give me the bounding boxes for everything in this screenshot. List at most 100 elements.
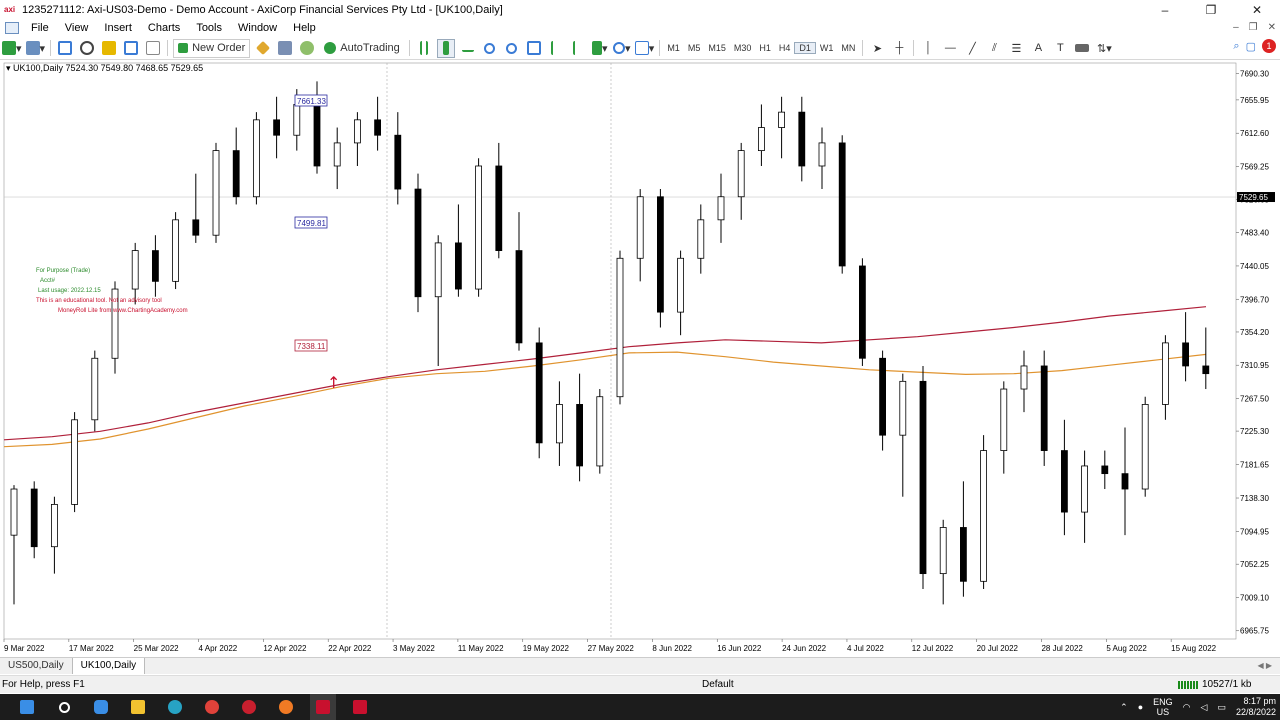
timeframe-m15[interactable]: M15 bbox=[704, 43, 730, 53]
x-tick-label: 4 Apr 2022 bbox=[199, 644, 238, 653]
timeframe-m5[interactable]: M5 bbox=[684, 43, 705, 53]
price-chart[interactable]: 7690.307655.957612.607569.257526.657483.… bbox=[0, 61, 1280, 657]
clock[interactable]: 8:17 pm 22/8/2022 bbox=[1236, 696, 1276, 718]
y-tick-label: 7052.25 bbox=[1240, 560, 1269, 569]
vertical-line-icon: │ bbox=[924, 42, 932, 54]
vertical-line-button[interactable]: │ bbox=[919, 39, 937, 58]
timeframe-w1[interactable]: W1 bbox=[816, 43, 838, 53]
menu-window[interactable]: Window bbox=[230, 19, 285, 37]
signals-button[interactable] bbox=[276, 39, 294, 58]
menu-help[interactable]: Help bbox=[285, 19, 324, 37]
market-watch-button[interactable] bbox=[56, 39, 74, 58]
edge-button[interactable] bbox=[162, 694, 188, 720]
menu-insert[interactable]: Insert bbox=[96, 19, 140, 37]
menu-charts[interactable]: Charts bbox=[140, 19, 188, 37]
auto-scroll-button[interactable] bbox=[547, 39, 565, 58]
bar-chart-button[interactable] bbox=[415, 39, 433, 58]
mdi-restore-icon[interactable]: ❐ bbox=[1249, 19, 1258, 37]
new-order-button[interactable]: New Order bbox=[173, 38, 251, 58]
autotrading-button[interactable]: AutoTrading bbox=[320, 39, 404, 58]
mdi-minimize-icon[interactable]: – bbox=[1233, 19, 1239, 37]
menu-tools[interactable]: Tools bbox=[188, 19, 230, 37]
crosshair-tool-icon: ┼ bbox=[895, 42, 904, 54]
mt4-second-button[interactable] bbox=[347, 694, 373, 720]
chrome-button[interactable] bbox=[199, 694, 225, 720]
close-button[interactable]: ✕ bbox=[1234, 0, 1280, 19]
tray-chevron-icon[interactable]: ⌃ bbox=[1120, 702, 1128, 713]
search-taskbar-button[interactable] bbox=[51, 694, 77, 720]
timeframe-m1[interactable]: M1 bbox=[663, 43, 684, 53]
app-red-button[interactable] bbox=[236, 694, 262, 720]
candlestick bbox=[535, 327, 543, 459]
candlestick bbox=[960, 481, 967, 597]
maximize-button[interactable]: ❐ bbox=[1188, 0, 1234, 19]
chart-window[interactable]: 7690.307655.957612.607569.257526.657483.… bbox=[0, 61, 1280, 657]
mdi-close-icon[interactable]: ✕ bbox=[1268, 19, 1276, 37]
menu-view[interactable]: View bbox=[57, 19, 97, 37]
channel-button[interactable]: ⫽ bbox=[985, 39, 1003, 58]
timeframe-m30[interactable]: M30 bbox=[730, 43, 756, 53]
language-indicator[interactable]: ENG US bbox=[1153, 697, 1173, 717]
trendline-button[interactable]: ╱ bbox=[963, 39, 981, 58]
arrows-button[interactable]: ⇅▾ bbox=[1095, 39, 1113, 58]
candlestick bbox=[778, 96, 785, 159]
mid-price-label: 7499.81 bbox=[297, 219, 326, 228]
timeframe-h4[interactable]: H4 bbox=[775, 43, 795, 53]
text-button[interactable]: A bbox=[1029, 39, 1047, 58]
indicators-button[interactable]: ▾ bbox=[591, 39, 609, 58]
mt4-active-button[interactable] bbox=[310, 694, 336, 720]
overlay-line-5: MoneyRoll Lite from www.ChartingAcademy.… bbox=[58, 308, 188, 314]
terminal-button[interactable] bbox=[122, 39, 140, 58]
chart-window-icon[interactable] bbox=[5, 22, 19, 34]
x-tick-label: 5 Aug 2022 bbox=[1106, 644, 1147, 653]
tab-scroll-arrows[interactable]: ◀ ▶ bbox=[1257, 658, 1272, 674]
file-explorer-button[interactable] bbox=[125, 694, 151, 720]
text-label-button[interactable]: T bbox=[1051, 39, 1069, 58]
x-tick-label: 22 Apr 2022 bbox=[328, 644, 372, 653]
tile-windows-button[interactable] bbox=[525, 39, 543, 58]
timeframe-mn[interactable]: MN bbox=[837, 43, 859, 53]
fibonacci-button[interactable]: ☰ bbox=[1007, 39, 1025, 58]
cursor-button[interactable]: ➤ bbox=[868, 39, 886, 58]
templates-button[interactable]: ▾ bbox=[634, 39, 654, 58]
candlestick bbox=[1040, 350, 1048, 466]
candlestick bbox=[939, 519, 947, 605]
tester-button[interactable] bbox=[144, 39, 162, 58]
mic-icon[interactable]: ● bbox=[1138, 702, 1143, 712]
chart-shift-button[interactable] bbox=[569, 39, 587, 58]
crosshair-button[interactable]: ┼ bbox=[890, 39, 908, 58]
rectangle-button[interactable] bbox=[1073, 39, 1091, 58]
metaeditor-button[interactable] bbox=[254, 39, 272, 58]
navigator-button[interactable] bbox=[100, 39, 118, 58]
candlestick bbox=[879, 350, 886, 451]
zoom-in-button[interactable] bbox=[481, 39, 499, 58]
horizontal-line-button[interactable]: — bbox=[941, 39, 959, 58]
task-view-button[interactable] bbox=[88, 694, 114, 720]
tab-us500[interactable]: US500,Daily bbox=[0, 658, 73, 674]
periods-button[interactable]: ▾ bbox=[613, 39, 631, 58]
wifi-icon[interactable]: ◠ bbox=[1183, 702, 1191, 713]
battery-icon[interactable]: ▭ bbox=[1217, 702, 1226, 713]
chat-icon[interactable]: ▢ bbox=[1246, 40, 1256, 53]
profiles-button[interactable]: ▾ bbox=[25, 39, 45, 58]
candle-body-bull bbox=[1000, 388, 1008, 451]
candle-body-bull bbox=[333, 142, 341, 167]
new-chart-button[interactable]: ▾ bbox=[2, 39, 22, 58]
line-chart-button[interactable] bbox=[459, 39, 477, 58]
notification-icon[interactable]: 1 bbox=[1262, 39, 1276, 53]
search-icon[interactable]: ⌕ bbox=[1233, 40, 1239, 53]
data-window-button[interactable] bbox=[78, 39, 96, 58]
tab-uk100[interactable]: UK100,Daily bbox=[72, 658, 146, 674]
zoom-out-button[interactable] bbox=[503, 39, 521, 58]
market-button[interactable] bbox=[298, 39, 316, 58]
menu-file[interactable]: File bbox=[23, 19, 57, 37]
candle-body-bull bbox=[677, 257, 684, 313]
minimize-button[interactable]: – bbox=[1142, 0, 1188, 19]
start-button[interactable] bbox=[14, 694, 40, 720]
candlestick-button[interactable] bbox=[436, 38, 455, 58]
edge-icon bbox=[168, 700, 182, 714]
volume-icon[interactable]: ◁ bbox=[1201, 702, 1208, 713]
firefox-button[interactable] bbox=[273, 694, 299, 720]
timeframe-d1[interactable]: D1 bbox=[794, 42, 816, 54]
timeframe-h1[interactable]: H1 bbox=[755, 43, 775, 53]
